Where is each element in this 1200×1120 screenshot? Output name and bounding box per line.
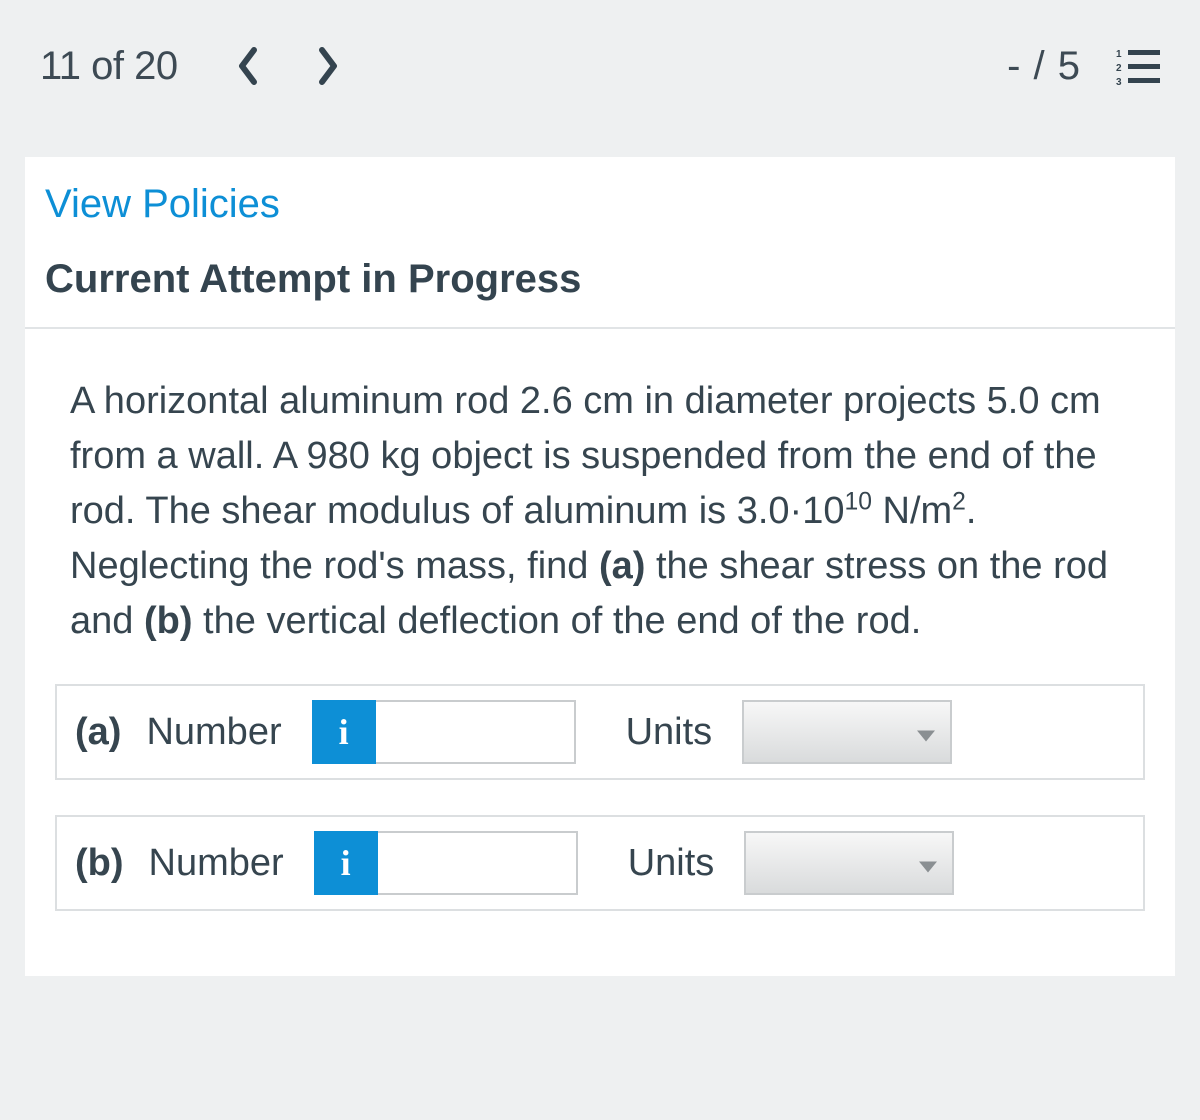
score-display: - / 5 [1007, 44, 1081, 89]
list-icon: 1 2 3 [1116, 47, 1160, 85]
question-text: A horizontal aluminum rod 2.6 cm in diam… [25, 329, 1175, 684]
number-label: Number [146, 711, 281, 754]
info-button[interactable]: i [314, 831, 378, 895]
part-label: (b) [75, 842, 124, 885]
chevron-right-icon [314, 46, 342, 86]
part-label: (a) [75, 711, 121, 754]
caret-down-icon [918, 842, 938, 885]
units-label: Units [626, 711, 713, 754]
info-button[interactable]: i [312, 700, 376, 764]
question-header: 11 of 20 - / 5 1 2 3 [0, 0, 1200, 132]
attempt-status: Current Attempt in Progress [25, 257, 1175, 329]
info-icon: i [339, 711, 349, 753]
prev-button[interactable] [228, 40, 268, 92]
number-input-b[interactable] [378, 831, 578, 895]
units-label: Units [628, 842, 715, 885]
svg-text:3: 3 [1116, 77, 1122, 85]
units-select-b[interactable] [744, 831, 954, 895]
view-policies-link[interactable]: View Policies [25, 182, 1175, 257]
number-label: Number [149, 842, 284, 885]
units-select-a[interactable] [742, 700, 952, 764]
question-superscript: 10 [844, 489, 871, 516]
answers-container: (a) Number i Units (b) Number i Units [25, 684, 1175, 911]
question-list-button[interactable]: 1 2 3 [1116, 47, 1160, 85]
question-fragment: the vertical deflection of the end of th… [193, 600, 922, 642]
question-part-label: (b) [144, 600, 193, 642]
answer-row-b: (b) Number i Units [55, 815, 1145, 911]
answer-row-a: (a) Number i Units [55, 684, 1145, 780]
svg-text:1: 1 [1116, 49, 1122, 60]
chevron-left-icon [234, 46, 262, 86]
number-input-a[interactable] [376, 700, 576, 764]
svg-text:2: 2 [1116, 63, 1122, 74]
next-button[interactable] [308, 40, 348, 92]
info-icon: i [341, 842, 351, 884]
question-part-label: (a) [599, 545, 645, 587]
question-fragment: N/m [872, 490, 952, 532]
question-panel: View Policies Current Attempt in Progres… [25, 157, 1175, 976]
caret-down-icon [916, 711, 936, 754]
question-counter: 11 of 20 [40, 44, 178, 89]
question-superscript: 2 [952, 489, 966, 516]
